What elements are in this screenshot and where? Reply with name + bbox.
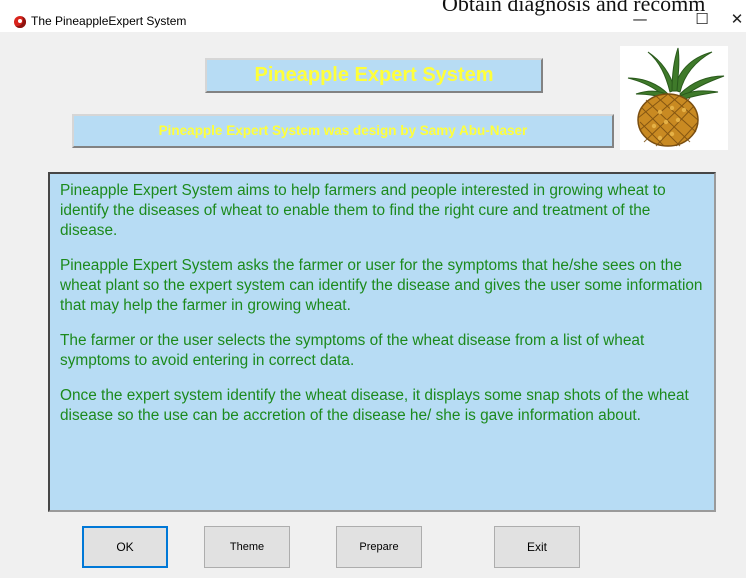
app-icon xyxy=(14,16,26,28)
description-paragraph: Once the expert system identify the whea… xyxy=(60,387,689,424)
theme-button[interactable]: Theme xyxy=(204,526,290,568)
app-window: The PineappleExpert System — ☐ ✕ Pineapp… xyxy=(0,0,746,578)
ok-button[interactable]: OK xyxy=(82,526,168,568)
prepare-button[interactable]: Prepare xyxy=(336,526,422,568)
description-paragraph: The farmer or the user selects the sympt… xyxy=(60,332,645,369)
window-title: The PineappleExpert System xyxy=(31,14,187,28)
description-panel: Pineapple Expert System aims to help far… xyxy=(48,172,716,512)
overlay-caption: Obtain diagnosis and recomm xyxy=(442,0,706,16)
app-title-banner: Pineapple Expert System xyxy=(205,58,543,93)
description-paragraph: Pineapple Expert System aims to help far… xyxy=(60,182,666,239)
exit-button[interactable]: Exit xyxy=(494,526,580,568)
author-banner: Pineapple Expert System was design by Sa… xyxy=(72,114,614,148)
description-paragraph: Pineapple Expert System asks the farmer … xyxy=(60,257,703,314)
pineapple-image xyxy=(620,46,728,150)
